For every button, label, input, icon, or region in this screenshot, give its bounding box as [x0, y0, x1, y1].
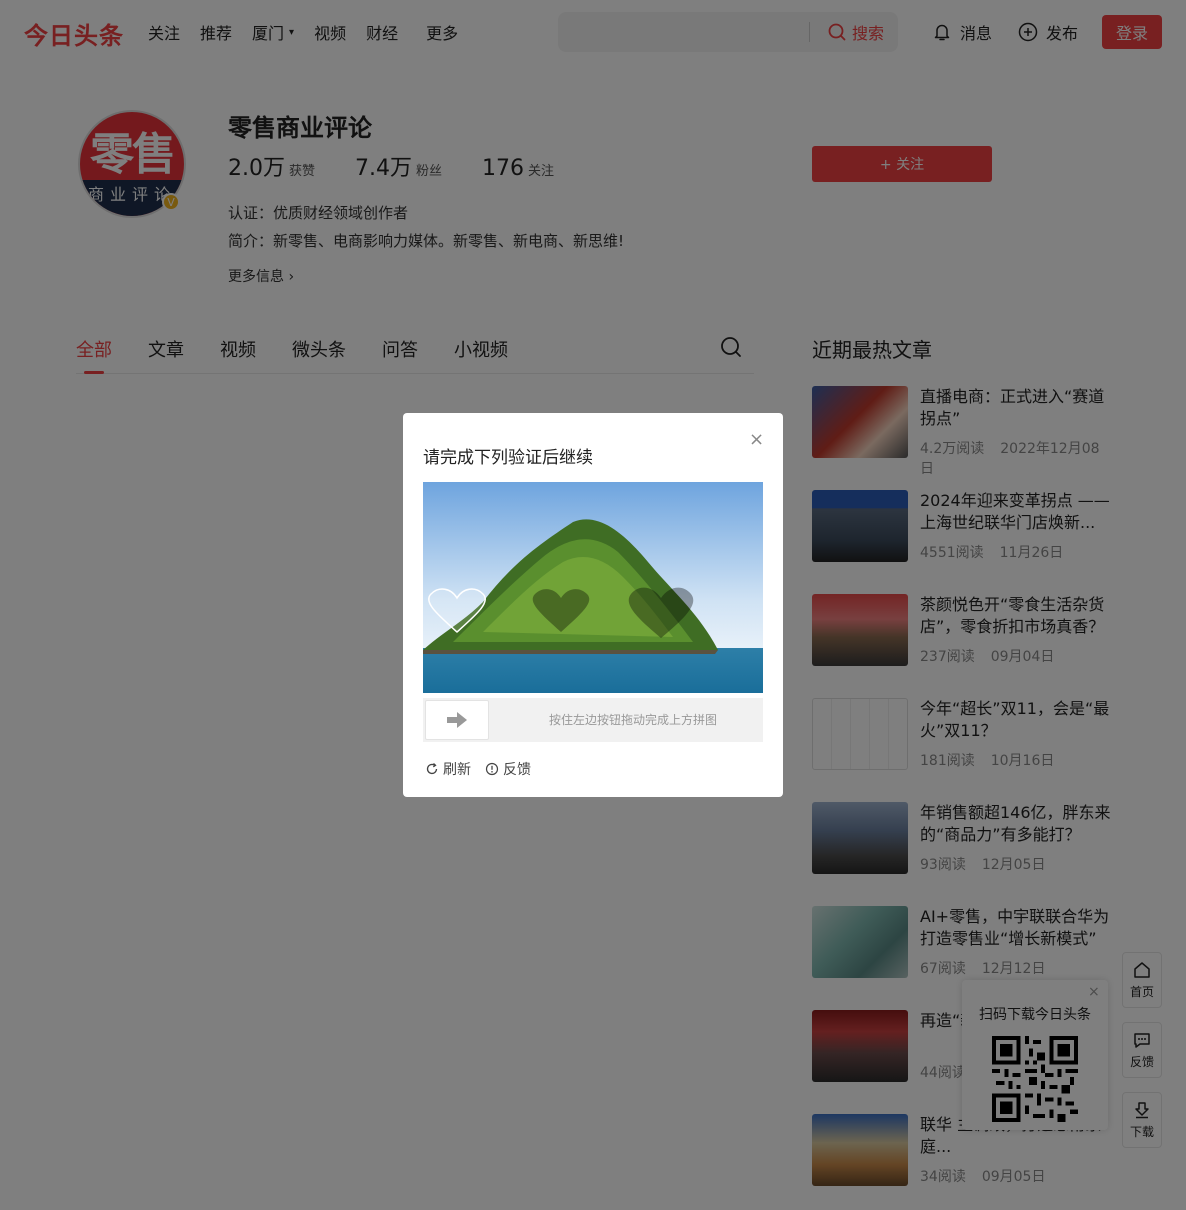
- captcha-slider-track: 按住左边按钮拖动完成上方拼图: [423, 698, 763, 742]
- captcha-slider-handle[interactable]: [425, 700, 489, 740]
- close-icon[interactable]: ×: [749, 431, 764, 449]
- refresh-icon: [426, 763, 438, 775]
- captcha-slider-hint: 按住左边按钮拖动完成上方拼图: [548, 713, 717, 727]
- captcha-modal: 请完成下列验证后继续 × 按住左边按钮拖动完成上方拼图 刷新 反馈: [403, 413, 783, 797]
- info-circle-icon: [485, 762, 499, 776]
- captcha-puzzle-image: [423, 482, 763, 693]
- refresh-button[interactable]: 刷新: [425, 759, 471, 779]
- captcha-title: 请完成下列验证后继续: [423, 448, 593, 468]
- feedback-button[interactable]: 反馈: [485, 759, 531, 779]
- captcha-actions: 刷新 反馈: [425, 759, 545, 779]
- island-scene-image: [423, 482, 763, 693]
- arrow-right-icon: [447, 712, 467, 728]
